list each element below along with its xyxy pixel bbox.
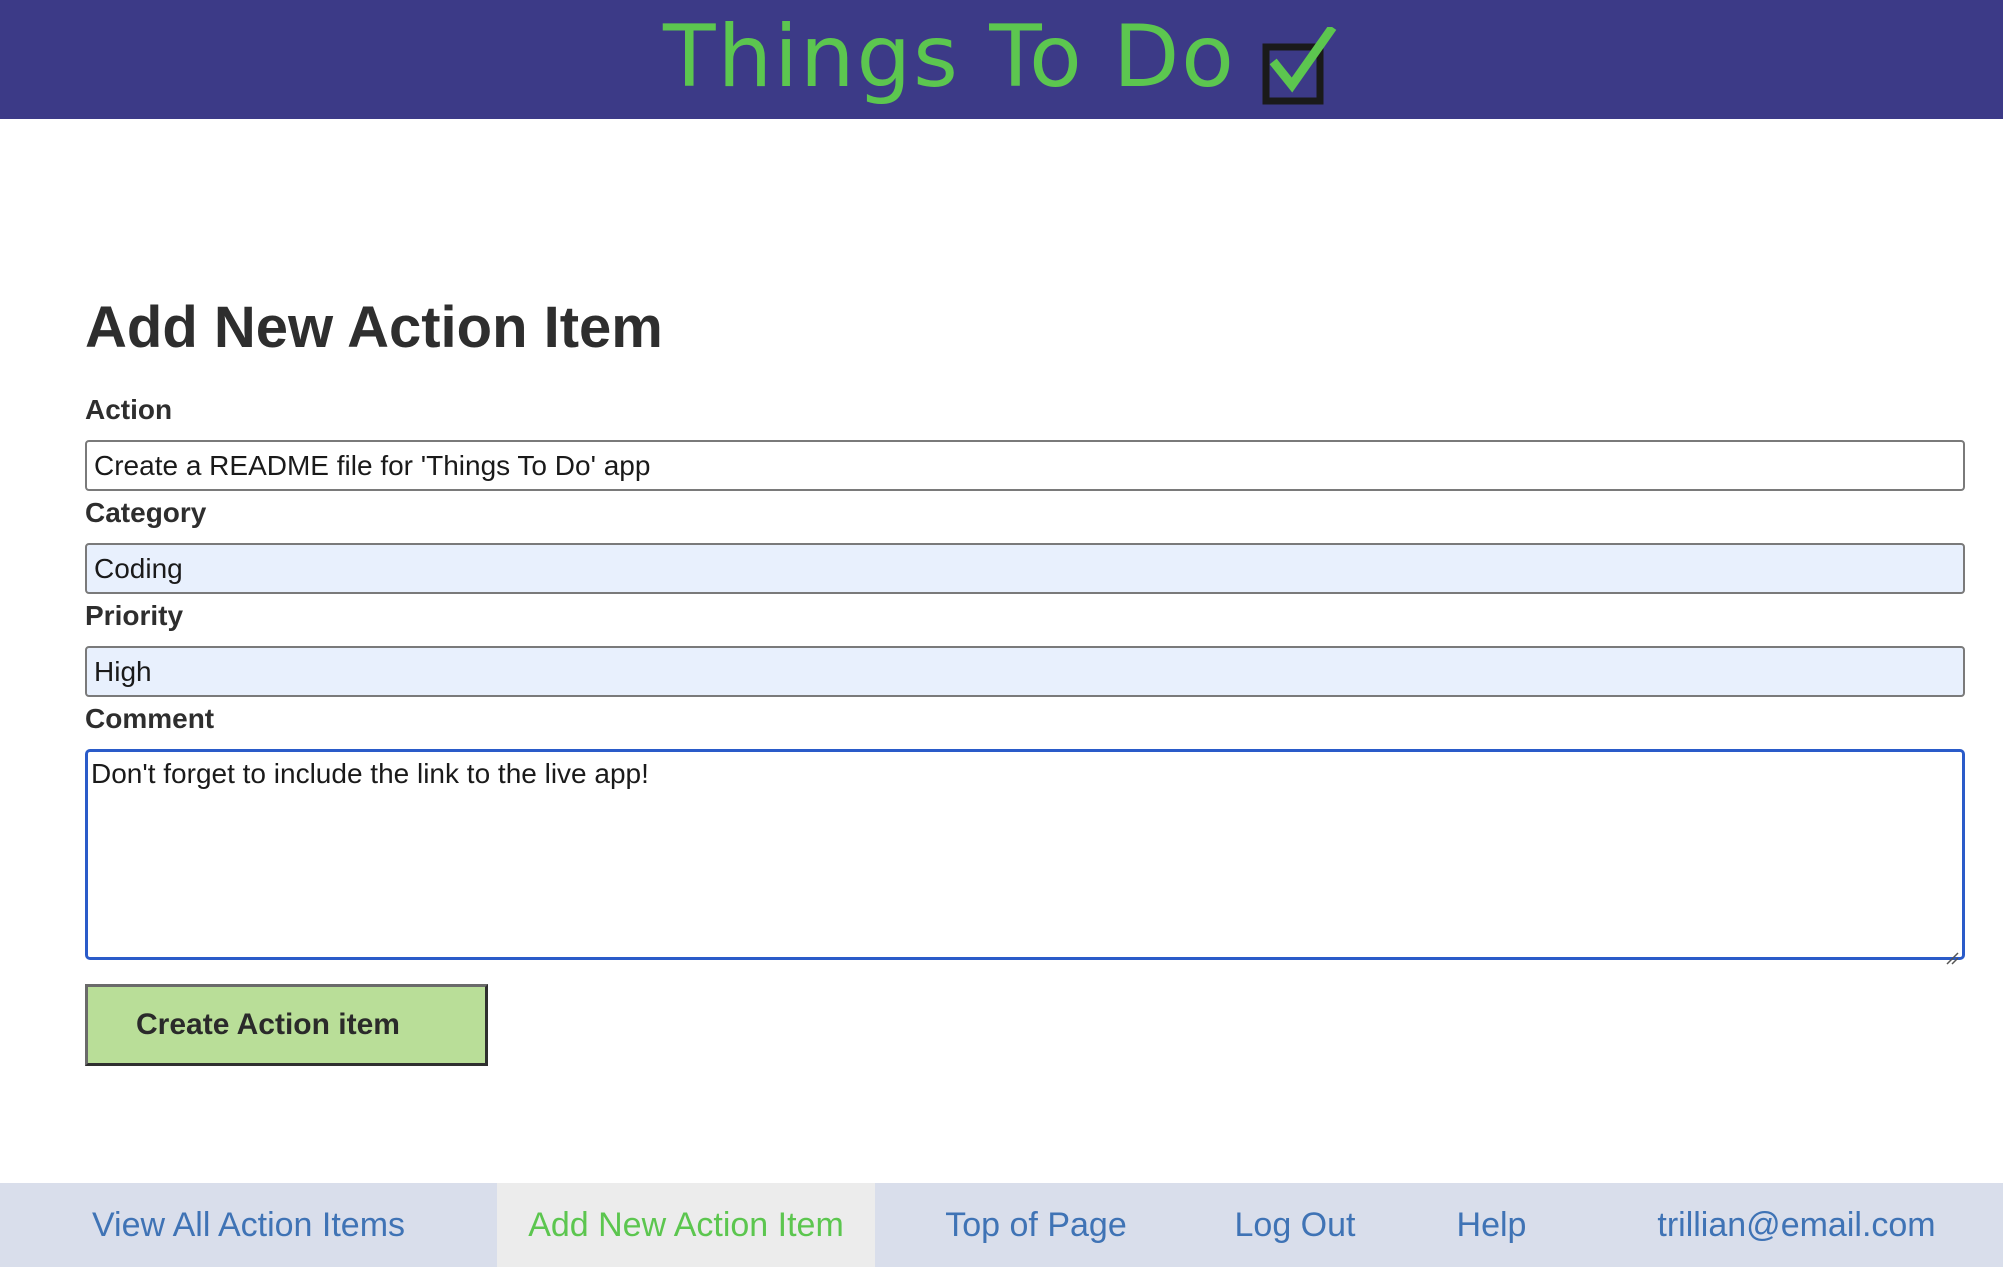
action-label: Action — [85, 394, 173, 425]
nav-user-email[interactable]: trillian@email.com — [1590, 1183, 2003, 1267]
priority-input[interactable]: High — [85, 646, 1965, 697]
resize-grip-icon[interactable] — [1945, 940, 1959, 965]
nav-view-all-action-items[interactable]: View All Action Items — [0, 1183, 497, 1267]
nav-help[interactable]: Help — [1393, 1183, 1590, 1267]
create-action-item-button[interactable]: Create Action item — [85, 984, 488, 1066]
comment-label: Comment — [85, 703, 215, 734]
nav-add-new-action-item[interactable]: Add New Action Item — [497, 1183, 875, 1267]
comment-text: Don't forget to include the link to the … — [91, 758, 649, 789]
page-title: Add New Action Item — [85, 295, 663, 360]
action-input[interactable]: Create a README file for 'Things To Do' … — [85, 440, 1965, 491]
nav-log-out[interactable]: Log Out — [1197, 1183, 1393, 1267]
category-input[interactable]: Coding — [85, 543, 1965, 594]
footer-nav: View All Action Items Add New Action Ite… — [0, 1183, 2003, 1267]
add-item-form: Add New Action Item Action Create a READ… — [85, 290, 1965, 1066]
priority-label: Priority — [85, 600, 184, 631]
comment-textarea[interactable]: Don't forget to include the link to the … — [85, 749, 1965, 965]
checkbox-checked-icon — [1262, 24, 1340, 105]
nav-top-of-page[interactable]: Top of Page — [875, 1183, 1197, 1267]
category-label: Category — [85, 497, 207, 528]
app-title: Things To Do — [663, 6, 1236, 107]
app-header: Things To Do — [0, 0, 2003, 119]
